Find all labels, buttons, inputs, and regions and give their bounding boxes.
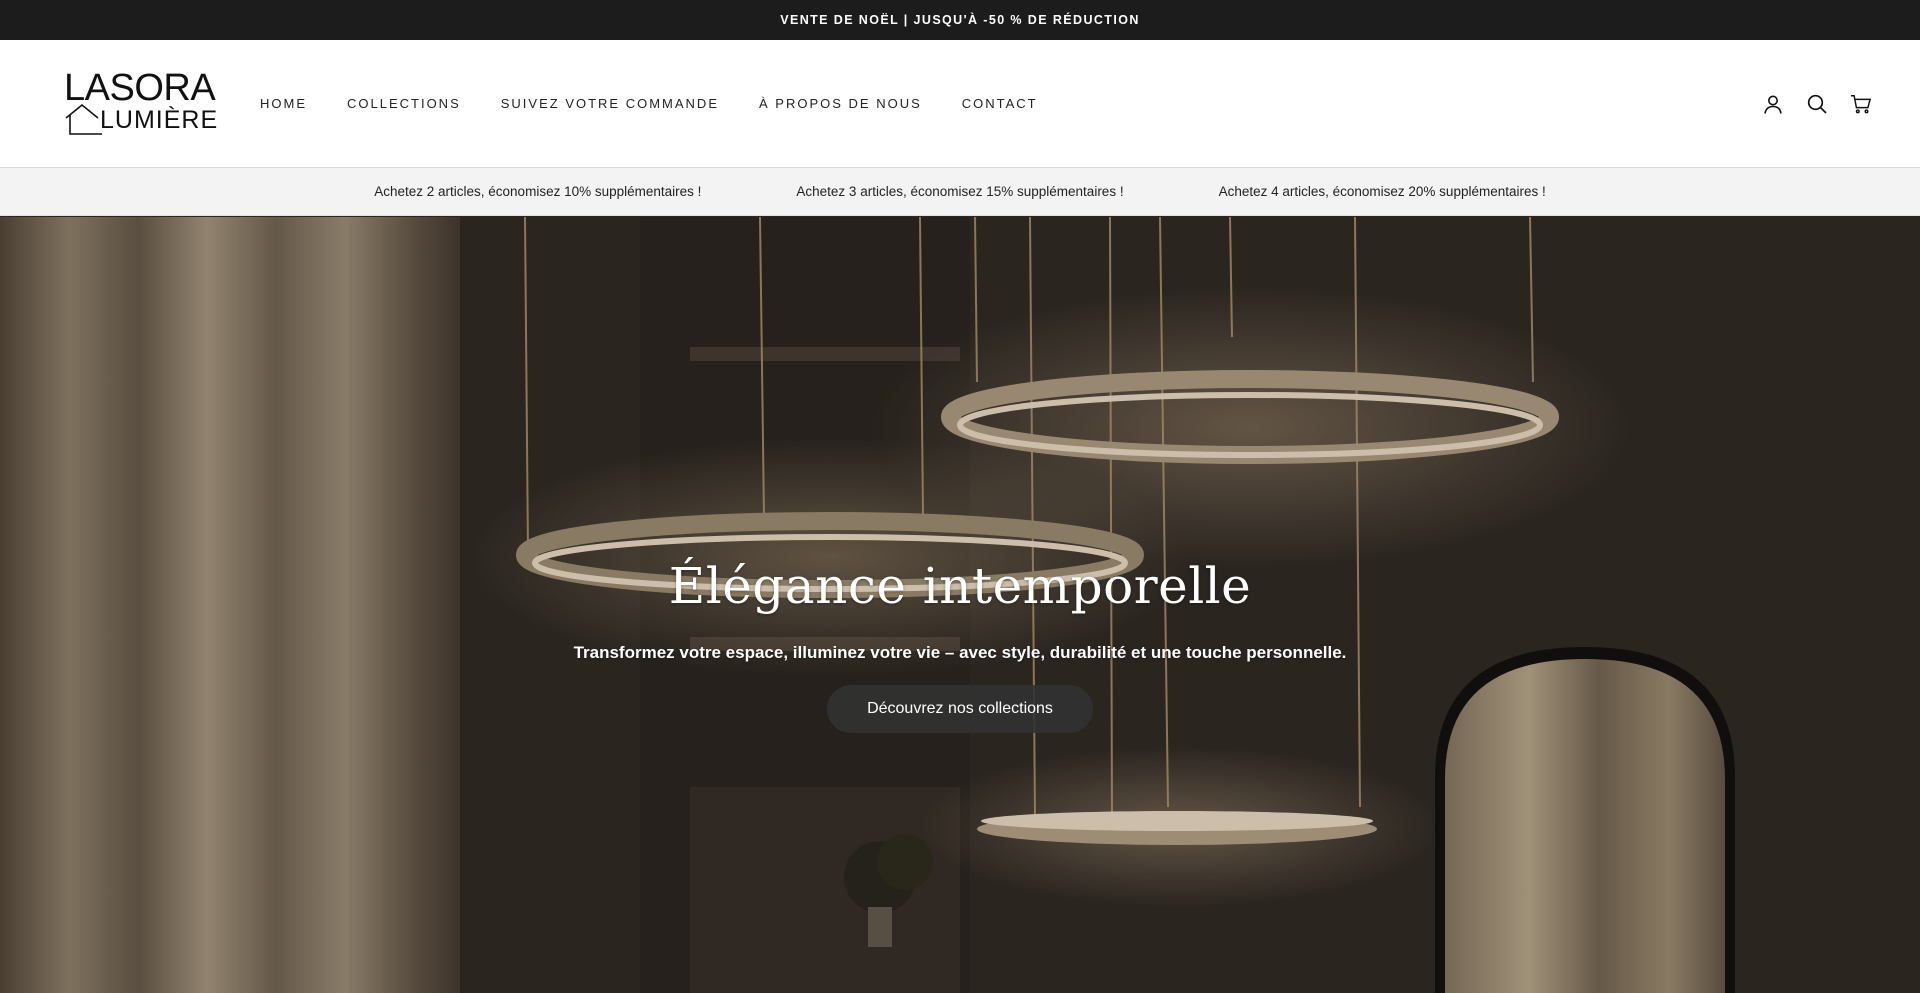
logo-line2: LUMIÈRE	[100, 105, 219, 134]
nav-collections[interactable]: COLLECTIONS	[327, 96, 481, 111]
account-icon[interactable]	[1762, 93, 1784, 115]
hero-content: Élégance intemporelle Transformez votre …	[0, 557, 1920, 733]
promo-item: Achetez 4 articles, économisez 20% suppl…	[1218, 184, 1546, 199]
promo-strip: Achetez 2 articles, économisez 10% suppl…	[0, 168, 1920, 216]
site-logo[interactable]: LASORA LUMIÈRE	[64, 68, 217, 140]
nav-contact[interactable]: CONTACT	[942, 96, 1058, 111]
cart-icon[interactable]	[1850, 93, 1872, 115]
hero-subtitle: Transformez votre espace, illuminez votr…	[573, 643, 1347, 662]
promo-item: Achetez 2 articles, économisez 10% suppl…	[374, 184, 702, 199]
nav-home[interactable]: HOME	[260, 96, 327, 111]
discover-collections-button[interactable]: Découvrez nos collections	[827, 685, 1093, 733]
house-icon	[65, 103, 102, 135]
search-icon[interactable]	[1806, 93, 1828, 115]
hero-banner: Élégance intemporelle Transformez votre …	[0, 217, 1920, 993]
main-nav: HOME COLLECTIONS SUIVEZ VOTRE COMMANDE À…	[260, 96, 1058, 111]
site-header: LASORA LUMIÈRE HOME COLLECTIONS SUIVEZ V…	[0, 40, 1920, 168]
promo-item: Achetez 3 articles, économisez 15% suppl…	[796, 184, 1124, 199]
announcement-text: VENTE DE NOËL | JUSQU'À -50 % DE RÉDUCTI…	[780, 13, 1140, 27]
hero-title: Élégance intemporelle	[668, 557, 1252, 615]
nav-track-order[interactable]: SUIVEZ VOTRE COMMANDE	[481, 96, 739, 111]
announcement-bar: VENTE DE NOËL | JUSQU'À -50 % DE RÉDUCTI…	[0, 0, 1920, 40]
nav-about[interactable]: À PROPOS DE NOUS	[739, 96, 942, 111]
header-actions	[1762, 93, 1872, 115]
